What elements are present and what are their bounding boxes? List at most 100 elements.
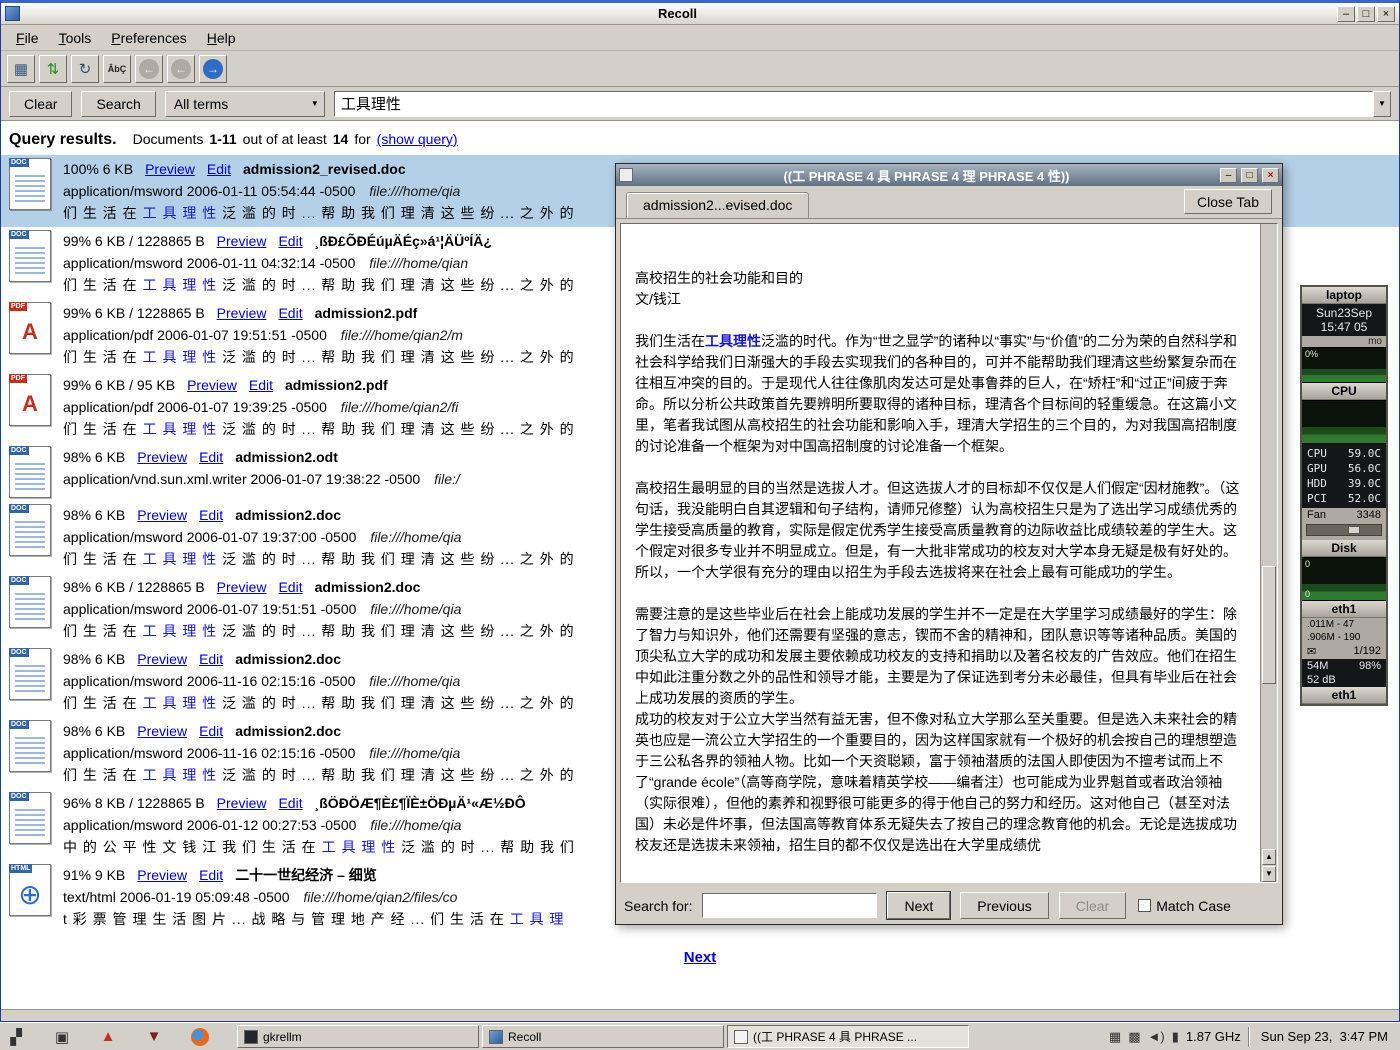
find-clear-button[interactable]: Clear [1059, 892, 1126, 919]
preview-link[interactable]: Preview [137, 648, 187, 670]
titlebar[interactable]: Recoll – □ × [1, 3, 1399, 25]
close-button[interactable]: × [1377, 6, 1395, 22]
toolbar-button-icon[interactable]: ⇅ [39, 55, 67, 83]
launcher-icon[interactable]: ◉ [188, 1025, 212, 1049]
scrollbar-thumb[interactable] [1262, 566, 1276, 684]
scroll-down-icon[interactable]: ▼ [1262, 866, 1276, 882]
file-type-icon: DOC [9, 792, 51, 844]
toolbar-button-icon[interactable]: ↻ [71, 55, 99, 83]
preview-tab[interactable]: admission2...evised.doc [626, 192, 809, 218]
launcher-icon[interactable]: ▞ [4, 1025, 28, 1049]
preview-link[interactable]: Preview [217, 302, 267, 324]
query-combo: ▼ [334, 91, 1391, 117]
toolbar-glyph: ⇅ [47, 60, 60, 78]
gk-fan-value: 3348 [1357, 509, 1381, 521]
gk-volume-row[interactable]: 52 dB [1302, 673, 1386, 687]
preview-link[interactable]: Preview [137, 504, 187, 526]
toolbar-button-icon[interactable]: ÂbÇ [103, 55, 131, 83]
gk-mail-row[interactable]: ✉ 1/192 [1302, 644, 1386, 659]
keyboard-tray-icon[interactable]: ▩ [1128, 1029, 1140, 1045]
task-button[interactable]: gkrellm [237, 1025, 479, 1048]
preview-link[interactable]: Preview [137, 446, 187, 468]
preview-link[interactable]: Preview [145, 158, 195, 180]
toolbar-button-icon[interactable]: ▦ [7, 55, 35, 83]
query-results-title: Query results. [9, 131, 117, 149]
p1-post: 泛滥的时代。作为“世之显学”的诸种以“事实”与“价值”的二分为荣的自然科学和社会… [635, 333, 1237, 454]
edit-link[interactable]: Edit [278, 792, 302, 814]
snippet-post: 泛 滥 的 时 ... 帮 助 我 们 理 清 这 些 纷 ... 之 外 的 [217, 205, 574, 221]
preview-link[interactable]: Preview [187, 374, 237, 396]
edit-link[interactable]: Edit [199, 504, 223, 526]
file-glyph-icon [15, 460, 45, 492]
edit-link[interactable]: Edit [199, 648, 223, 670]
preview-minimize-button[interactable]: – [1220, 168, 1237, 183]
edit-link[interactable]: Edit [278, 302, 302, 324]
search-mode-select[interactable]: All terms ▼ [165, 91, 325, 117]
edit-link[interactable]: Edit [207, 158, 231, 180]
gk-disk-chart[interactable]: 0 0 [1302, 557, 1386, 601]
preview-link[interactable]: Preview [137, 864, 187, 886]
preview-maximize-button[interactable]: □ [1241, 168, 1258, 183]
toolbar-button-icon[interactable]: → [199, 55, 227, 83]
taskbar-clock[interactable]: Sun Sep 23, 3:47 PM [1257, 1029, 1396, 1044]
match-case-checkbox[interactable] [1138, 899, 1151, 912]
snippet-highlight: 工 具 理 性 [143, 277, 218, 293]
minimize-button[interactable]: – [1337, 6, 1355, 22]
preview-link[interactable]: Preview [217, 792, 267, 814]
menu-tools[interactable]: Tools [50, 28, 101, 48]
scroll-up-icon[interactable]: ▲ [1262, 849, 1276, 865]
query-dropdown-icon[interactable]: ▼ [1373, 91, 1391, 117]
clear-button[interactable]: Clear [9, 91, 72, 117]
preview-link[interactable]: Preview [217, 230, 267, 252]
volume-tray-icon[interactable]: ◄) [1148, 1029, 1165, 1044]
maximize-button[interactable]: □ [1357, 6, 1375, 22]
gk-disk-write: 0 [1305, 589, 1310, 599]
preview-close-button[interactable]: × [1262, 168, 1279, 183]
find-previous-button[interactable]: Previous [960, 892, 1048, 919]
preview-document[interactable]: 高校招生的社会功能和目的 文/钱江 我们生活在工具理性泛滥的时代。作为“世之显学… [620, 223, 1278, 883]
menu-preferences[interactable]: Preferences [102, 28, 196, 48]
preview-scrollbar[interactable]: ▲ ▼ [1260, 224, 1277, 882]
gk-load-chart[interactable]: 0% [1302, 347, 1386, 383]
edit-link[interactable]: Edit [199, 720, 223, 742]
close-tab-button[interactable]: Close Tab [1184, 189, 1272, 214]
gk-hostname[interactable]: laptop [1302, 287, 1386, 304]
gk-fan-slider[interactable] [1306, 524, 1382, 536]
monitors-tray-icon[interactable]: ▦ [1109, 1029, 1121, 1045]
search-input[interactable] [334, 91, 1373, 117]
out-of-text: out of at least [243, 131, 327, 147]
toolbar-glyph: ÂbÇ [108, 64, 127, 74]
file-type-icon: PDF A [9, 302, 51, 354]
toolbar-button-icon[interactable]: ← [167, 55, 195, 83]
edit-link[interactable]: Edit [278, 576, 302, 598]
next-page-link[interactable]: Next [1, 949, 1399, 966]
result-title: ¸ßÖÐÖÆ¶È£¶ÏÈ±ÖÐµÄ¹«Æ½ÐÔ [315, 792, 526, 814]
edit-link[interactable]: Edit [249, 374, 273, 396]
show-query-link[interactable]: (show query) [377, 131, 458, 147]
edit-link[interactable]: Edit [199, 864, 223, 886]
task-button[interactable]: Recoll [482, 1025, 724, 1048]
gk-cpu-chart[interactable] [1302, 400, 1386, 444]
preview-titlebar[interactable]: ((工 PHRASE 4 具 PHRASE 4 理 PHRASE 4 性)) –… [616, 164, 1282, 186]
match-case-label: Match Case [1156, 898, 1231, 914]
task-button[interactable]: ((工 PHRASE 4 具 PHRASE ... [727, 1025, 969, 1048]
result-relevance-size: 99% 6 KB / 1228865 B [63, 302, 205, 324]
find-next-button[interactable]: Next [887, 892, 950, 919]
result-title: admission2.pdf [315, 302, 418, 324]
launcher-icon[interactable]: ▲ [96, 1025, 120, 1049]
toolbar-button-icon[interactable]: ← [135, 55, 163, 83]
preview-link[interactable]: Preview [137, 720, 187, 742]
preview-link[interactable]: Preview [217, 576, 267, 598]
launcher-icon[interactable]: ▣ [50, 1025, 74, 1049]
edit-link[interactable]: Edit [199, 446, 223, 468]
gk-clock[interactable]: Sun23Sep 15:47 05 [1302, 304, 1386, 336]
find-input[interactable] [702, 893, 877, 918]
gk-mem-value: 54M [1307, 660, 1328, 672]
search-button[interactable]: Search [81, 91, 155, 117]
menu-help[interactable]: Help [198, 28, 245, 48]
menu-file[interactable]: File [7, 28, 48, 48]
launcher-icon[interactable]: ▼ [142, 1025, 166, 1049]
result-relevance-size: 99% 6 KB / 1228865 B [63, 230, 205, 252]
battery-tray-icon[interactable]: ▮ [1172, 1029, 1179, 1045]
edit-link[interactable]: Edit [278, 230, 302, 252]
